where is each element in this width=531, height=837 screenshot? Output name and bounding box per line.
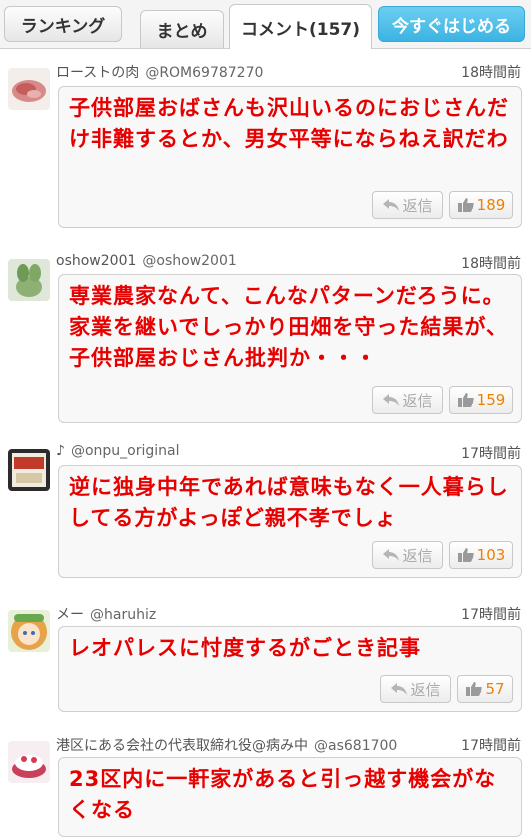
tab-comment[interactable]: コメント(157) [229, 4, 372, 49]
cake-avatar-icon[interactable] [8, 741, 50, 783]
like-button[interactable]: 103 [449, 541, 513, 569]
tab-matome[interactable]: まとめ [140, 10, 224, 48]
comment-time: 18時間前 [461, 256, 521, 272]
reply-arrow-icon [391, 683, 408, 695]
tab-ranking[interactable]: ランキング [4, 6, 122, 42]
commenter-name[interactable]: 港区にある会社の代表取締れ役@病み中 [56, 738, 308, 754]
comment-time: 17時間前 [461, 446, 521, 462]
comment-bubble: 専業農家なんて、こんなパターンだろうに。家業を継いでしっかり田畑を守った結果が、… [58, 274, 522, 423]
thumbs-up-icon [466, 682, 483, 696]
commenter-name[interactable]: メー [56, 607, 84, 623]
comment-actions: 返信 189 [372, 191, 513, 219]
reply-button[interactable]: 返信 [380, 675, 451, 703]
shop-sign-avatar-icon[interactable] [8, 449, 50, 491]
comment-item: 港区にある会社の代表取締れ役@病み中 @as681700 17時間前 23区内に一… [0, 735, 531, 837]
thumbs-up-icon [457, 393, 474, 407]
comment-bubble: 子供部屋おばさんも沢山いるのにおじさんだけ非難するとか、男女平等にならねえ訳だわ… [58, 86, 522, 228]
comment-bubble: レオパレスに忖度するがごとき記事 返信 57 [58, 626, 522, 712]
reply-label: 返信 [402, 196, 433, 215]
comment-meta: ♪ @onpu_original 17時間前 [56, 443, 521, 462]
like-button[interactable]: 189 [449, 191, 513, 219]
tab-bar: ランキング まとめ コメント(157) 今すぐはじめる [0, 0, 531, 49]
comment-time: 17時間前 [461, 738, 521, 754]
comment-meta: oshow2001 @oshow2001 18時間前 [56, 253, 521, 272]
like-count: 189 [476, 196, 506, 214]
comment-bubble: 逆に独身中年であれば意味もなく一人暮らししてる方がよっぽど親不孝でしょ 返信 1… [58, 465, 522, 578]
comment-actions: 返信 57 [380, 675, 513, 703]
reply-label: 返信 [410, 680, 441, 699]
comment-meta: メー @haruhiz 17時間前 [56, 604, 521, 623]
like-count: 159 [476, 391, 506, 409]
comment-item: ♪ @onpu_original 17時間前 逆に独身中年であれば意味もなく一人暮… [0, 443, 531, 583]
commenter-handle[interactable]: @as681700 [314, 738, 397, 754]
comment-text: 専業農家なんて、こんなパターンだろうに。家業を継いでしっかり田畑を守った結果が、… [69, 284, 508, 370]
start-now-button[interactable]: 今すぐはじめる [378, 6, 525, 42]
comment-time: 18時間前 [461, 65, 521, 81]
plant-avatar-icon[interactable] [8, 259, 50, 301]
reply-button[interactable]: 返信 [372, 541, 443, 569]
like-count: 57 [485, 680, 505, 698]
commenter-name[interactable]: oshow2001 [56, 253, 136, 269]
comment-actions: 返信 103 [372, 541, 513, 569]
comment-text: 23区内に一軒家があると引っ越す機会がなくなる [69, 767, 497, 822]
thumbs-up-icon [457, 548, 474, 562]
commenter-handle[interactable]: @haruhiz [90, 607, 156, 623]
comment-bubble: 23区内に一軒家があると引っ越す機会がなくなる [58, 757, 522, 837]
reply-button[interactable]: 返信 [372, 191, 443, 219]
reply-arrow-icon [383, 394, 400, 406]
comment-item: メー @haruhiz 17時間前 レオパレスに忖度するがごとき記事 返信 57 [0, 604, 531, 716]
reply-label: 返信 [402, 391, 433, 410]
comment-item: ローストの肉 @ROM69787270 18時間前 子供部屋おばさんも沢山いるのに… [0, 62, 531, 234]
comment-text: 子供部屋おばさんも沢山いるのにおじさんだけ非難するとか、男女平等にならねえ訳だわ [69, 96, 509, 151]
reply-label: 返信 [402, 546, 433, 565]
roast-meat-avatar-icon[interactable] [8, 68, 50, 110]
commenter-name[interactable]: ♪ [56, 443, 65, 459]
commenter-handle[interactable]: @onpu_original [71, 443, 180, 459]
comment-meta: ローストの肉 @ROM69787270 18時間前 [56, 62, 521, 81]
comment-actions: 返信 159 [372, 386, 513, 414]
like-button[interactable]: 159 [449, 386, 513, 414]
comment-time: 17時間前 [461, 607, 521, 623]
like-button[interactable]: 57 [457, 675, 513, 703]
comment-text: レオパレスに忖度するがごとき記事 [69, 636, 421, 660]
reply-arrow-icon [383, 199, 400, 211]
reply-button[interactable]: 返信 [372, 386, 443, 414]
like-count: 103 [476, 546, 506, 564]
reply-arrow-icon [383, 549, 400, 561]
comment-text: 逆に独身中年であれば意味もなく一人暮らししてる方がよっぽど親不孝でしょ [69, 475, 509, 530]
commenter-handle[interactable]: @ROM69787270 [145, 65, 263, 81]
comment-meta: 港区にある会社の代表取締れ役@病み中 @as681700 17時間前 [56, 735, 521, 754]
anime-girl-avatar-icon[interactable] [8, 610, 50, 652]
commenter-handle[interactable]: @oshow2001 [142, 253, 236, 269]
comment-item: oshow2001 @oshow2001 18時間前 専業農家なんて、こんなパター… [0, 253, 531, 425]
commenter-name[interactable]: ローストの肉 [56, 65, 139, 81]
thumbs-up-icon [457, 198, 474, 212]
